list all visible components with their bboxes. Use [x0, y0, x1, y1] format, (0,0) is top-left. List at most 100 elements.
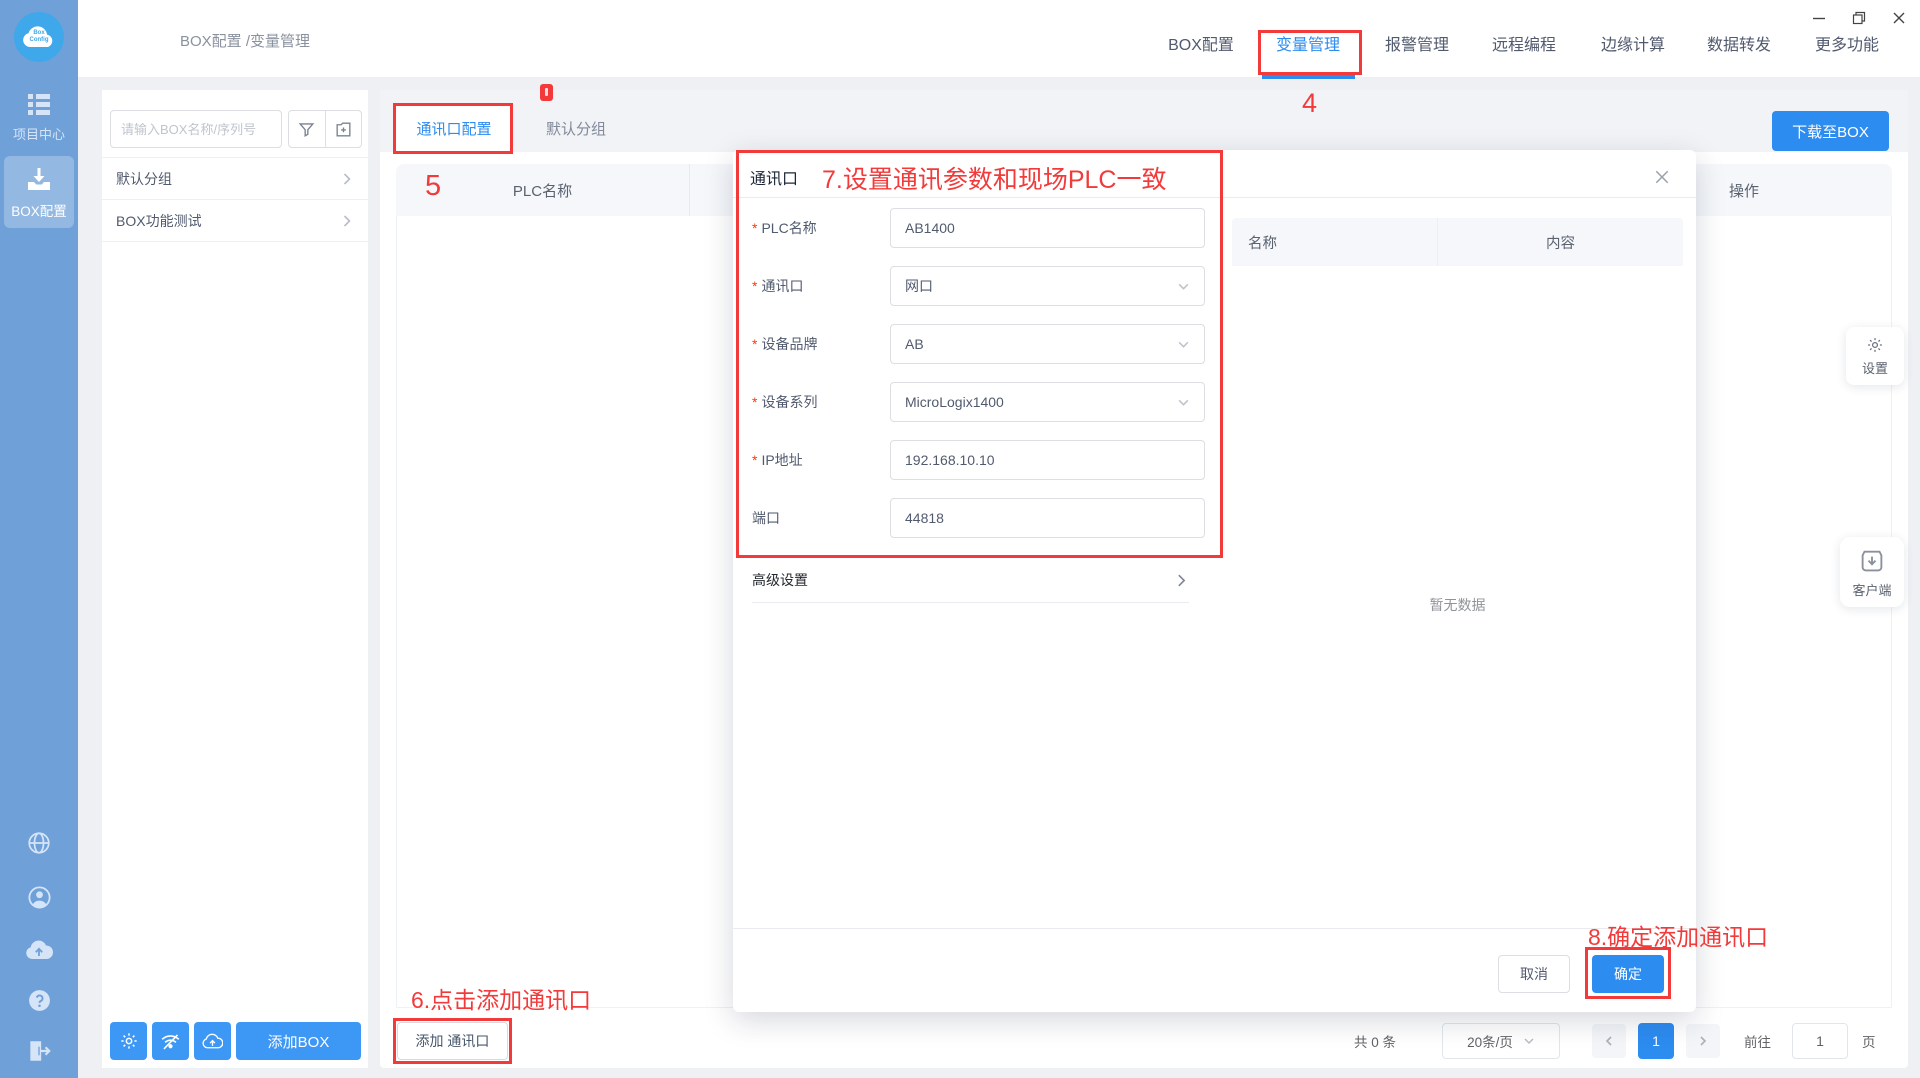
- divider: [733, 928, 1696, 929]
- sidebar-item-project-center[interactable]: 项目中心: [0, 92, 78, 143]
- add-comm-port-button[interactable]: 添加 通讯口: [397, 1022, 508, 1060]
- column-header-plc-name: PLC名称: [396, 164, 690, 216]
- window-close-button[interactable]: [1886, 6, 1912, 30]
- goto-page-input[interactable]: [1792, 1023, 1848, 1059]
- window-restore-button[interactable]: [1846, 6, 1872, 30]
- required-asterisk: *: [752, 394, 757, 410]
- chevron-down-icon: [1177, 280, 1190, 293]
- group-row-default[interactable]: 默认分组: [102, 158, 368, 200]
- tab-comm-port-config[interactable]: 通讯口配置: [396, 104, 512, 152]
- sidebar: Box Config 项目中心 BOX配置: [0, 0, 78, 1078]
- goto-page-label: 前往: [1744, 1022, 1771, 1060]
- divider: [733, 197, 1696, 198]
- chevron-right-icon: [1174, 573, 1189, 588]
- nav-tab-alarm-management[interactable]: 报警管理: [1385, 31, 1449, 55]
- box-list-panel: 默认分组 BOX功能测试 添加BOX: [102, 90, 368, 1068]
- sidebar-item-label: 项目中心: [0, 124, 78, 143]
- client-download-label: 客户端: [1852, 580, 1891, 599]
- device-brand-select[interactable]: AB: [890, 324, 1205, 364]
- column-header-content: 内容: [1438, 218, 1683, 266]
- add-group-button[interactable]: [325, 111, 362, 147]
- field-row-comm-port: *通讯口 网口: [733, 266, 1223, 306]
- offline-mode-button[interactable]: [152, 1022, 189, 1060]
- confirm-button[interactable]: 确定: [1592, 955, 1664, 993]
- required-asterisk: *: [752, 278, 757, 294]
- nav-tab-more-functions[interactable]: 更多功能: [1815, 31, 1879, 55]
- prev-page-button[interactable]: [1592, 1024, 1626, 1058]
- cloud-logo-icon: Box Config: [22, 26, 56, 48]
- wifi-off-icon: [160, 1031, 181, 1052]
- settings-button[interactable]: [110, 1022, 147, 1060]
- selected-value: 网口: [905, 276, 1177, 296]
- add-box-button[interactable]: 添加BOX: [236, 1022, 361, 1060]
- sidebar-cloud-sync-button[interactable]: [0, 938, 78, 963]
- breadcrumb: BOX配置 /变量管理: [180, 30, 310, 51]
- required-asterisk: *: [752, 452, 757, 468]
- nav-tab-edge-computing[interactable]: 边缘计算: [1601, 31, 1665, 55]
- nav-tab-variable-management[interactable]: 变量管理: [1276, 31, 1340, 55]
- nav-tab-data-forwarding[interactable]: 数据转发: [1707, 31, 1771, 55]
- sidebar-network-button[interactable]: [0, 830, 78, 859]
- exit-icon: [26, 1038, 52, 1064]
- chevron-right-icon: [340, 214, 354, 228]
- field-label: 端口: [752, 510, 780, 526]
- cloud-upload-icon: [25, 938, 53, 960]
- advanced-settings-toggle[interactable]: 高级设置: [752, 565, 1189, 595]
- top-bar: BOX配置 /变量管理 BOX配置 变量管理 报警管理 远程编程 边缘计算 数据…: [78, 0, 1920, 78]
- settings-float-button[interactable]: 设置: [1846, 327, 1904, 385]
- advanced-settings-label: 高级设置: [752, 570, 1174, 590]
- ip-address-input[interactable]: [890, 440, 1205, 480]
- dialog-close-button[interactable]: [1648, 163, 1676, 191]
- chevron-down-icon: [1523, 1035, 1535, 1047]
- folder-plus-icon: [334, 120, 353, 139]
- window-minimize-button[interactable]: [1806, 6, 1832, 30]
- field-row-device-series: *设备系列 MicroLogix1400: [733, 382, 1223, 422]
- comm-port-select[interactable]: 网口: [890, 266, 1205, 306]
- chevron-right-icon: [340, 172, 354, 186]
- nav-tab-box-config[interactable]: BOX配置: [1168, 31, 1234, 55]
- plc-name-input[interactable]: [890, 208, 1205, 248]
- download-tray-icon: [25, 166, 53, 192]
- restore-icon: [1852, 11, 1866, 25]
- page-size-select[interactable]: 20条/页: [1442, 1023, 1560, 1059]
- app-logo: Box Config: [14, 12, 64, 62]
- device-series-select[interactable]: MicroLogix1400: [890, 382, 1205, 422]
- dialog-title: 通讯口: [750, 165, 798, 189]
- filter-icon: [297, 120, 316, 139]
- group-label: BOX功能测试: [116, 211, 202, 231]
- app-window: BOX配置 /变量管理 BOX配置 变量管理 报警管理 远程编程 边缘计算 数据…: [0, 0, 1920, 1078]
- group-label: 默认分组: [116, 169, 172, 189]
- sidebar-help-button[interactable]: [0, 988, 78, 1016]
- chevron-left-icon: [1603, 1035, 1615, 1047]
- field-label: IP地址: [761, 452, 802, 468]
- field-row-plc-name: *PLC名称: [733, 208, 1223, 248]
- client-download-button[interactable]: 客户端: [1840, 537, 1904, 607]
- sidebar-logout-button[interactable]: [0, 1038, 78, 1067]
- pagination-total: 共 0 条: [1354, 1022, 1396, 1060]
- cancel-button[interactable]: 取消: [1498, 955, 1570, 993]
- field-label: 设备系列: [761, 394, 817, 410]
- close-icon: [1892, 11, 1906, 25]
- project-grid-icon: [26, 92, 52, 116]
- search-input[interactable]: [110, 110, 282, 148]
- nav-tab-remote-programming[interactable]: 远程编程: [1492, 31, 1556, 55]
- tab-default-group[interactable]: 默认分组: [512, 104, 640, 152]
- globe-icon: [26, 830, 52, 856]
- group-row-box-test[interactable]: BOX功能测试: [102, 200, 368, 242]
- column-header-name: 名称: [1232, 218, 1438, 266]
- selected-value: MicroLogix1400: [905, 394, 1177, 410]
- gear-icon: [1866, 336, 1884, 354]
- next-page-button[interactable]: [1686, 1024, 1720, 1058]
- field-label: 通讯口: [761, 278, 803, 294]
- filter-button[interactable]: [289, 111, 325, 147]
- sidebar-account-button[interactable]: [0, 884, 78, 914]
- port-input[interactable]: [890, 498, 1205, 538]
- close-icon: [1654, 169, 1670, 185]
- sidebar-item-box-config[interactable]: BOX配置: [4, 156, 74, 228]
- download-to-box-button[interactable]: 下载至BOX: [1772, 111, 1889, 151]
- selected-value: AB: [905, 336, 1177, 352]
- chevron-down-icon: [1177, 338, 1190, 351]
- current-page-button[interactable]: 1: [1638, 1023, 1674, 1059]
- active-nav-tab-underline: [1262, 74, 1355, 79]
- cloud-upload-button[interactable]: [194, 1022, 231, 1060]
